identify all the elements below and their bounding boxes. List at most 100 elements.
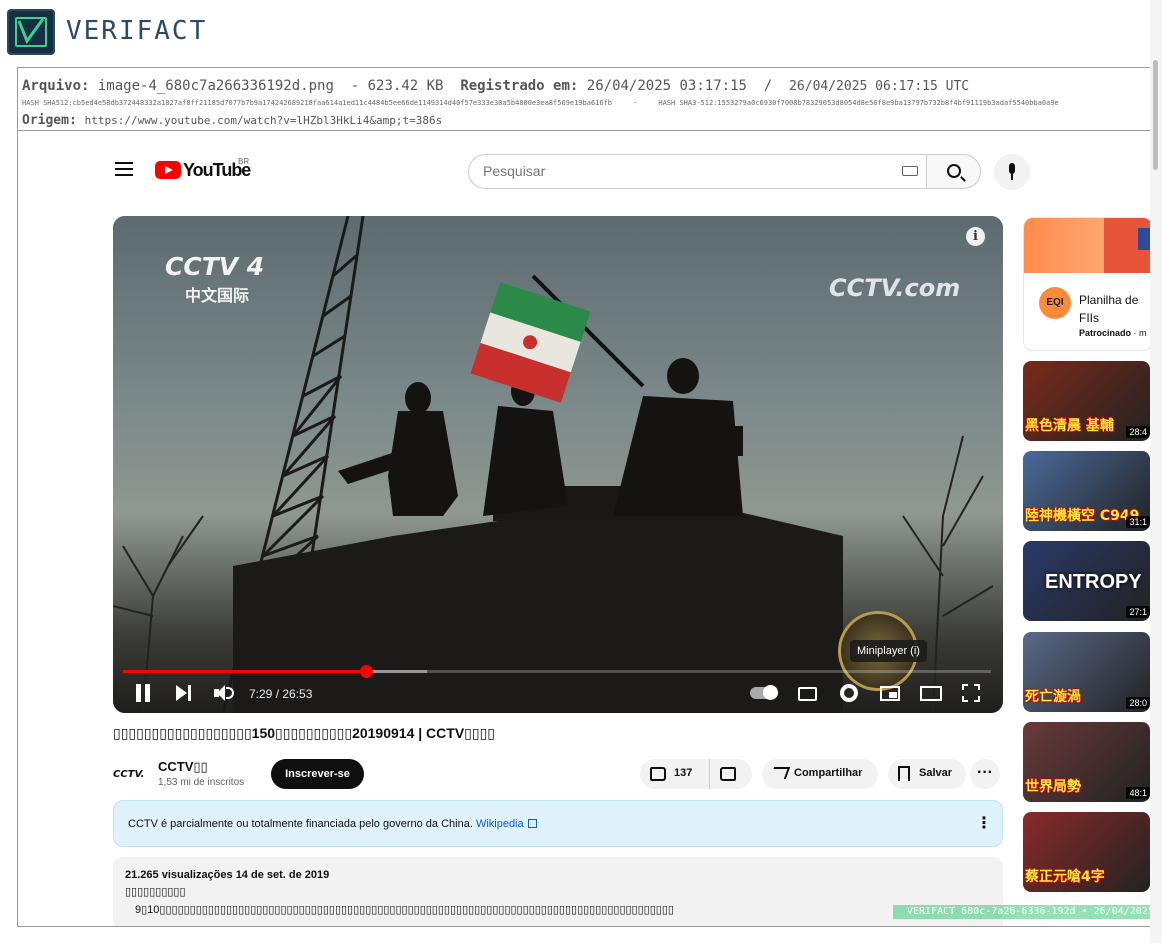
share-button[interactable]: Compartilhar xyxy=(762,759,878,789)
thumbs-down-icon[interactable] xyxy=(720,767,736,781)
like-dislike-group: 137 xyxy=(640,759,752,789)
recommended-video-thumbnail[interactable]: ENTROPY 27:1 xyxy=(1023,541,1150,621)
funding-notice: CCTV é parcialmente ou totalmente financ… xyxy=(113,800,1003,847)
like-button[interactable]: 137 xyxy=(640,759,710,789)
evidence-metadata: Arquivo: image-4_680c7a266336192d.png - … xyxy=(18,68,1162,131)
hash-sha3: HASH SHA3-512:1553279a0c6930f7008b783290… xyxy=(658,99,1059,107)
file-info-row: Arquivo: image-4_680c7a266336192d.png - … xyxy=(22,78,969,94)
video-duration: 28:4 xyxy=(1126,426,1150,438)
save-label: Salvar xyxy=(919,767,953,779)
ad-sponsored-label: Patrocinado · m xyxy=(1079,328,1147,338)
cctv-com-watermark: CCTV.com xyxy=(829,274,961,302)
ad-banner xyxy=(1024,218,1150,273)
sponsored-ad-card[interactable]: EQI Planilha de FIIs Patrocinado · m xyxy=(1023,217,1150,351)
player-controls: 7:29 / 26:53 xyxy=(113,678,1003,713)
recommended-video-thumbnail[interactable]: 蔡正元嗆4字 xyxy=(1023,812,1150,892)
like-count: 137 xyxy=(674,767,693,779)
ad-avatar: EQI xyxy=(1039,287,1071,319)
captions-icon[interactable] xyxy=(798,687,817,701)
wikipedia-link[interactable]: Wikipedia xyxy=(476,818,524,830)
origin-label: Origem: xyxy=(22,113,77,128)
verifact-logo-icon xyxy=(7,9,55,55)
youtube-page: YouTube BR Pesquisar CCTV 4 中文国际 CCTV.co… xyxy=(18,131,1150,926)
shield-icon xyxy=(1138,228,1150,250)
notice-menu-icon[interactable]: ⋮ xyxy=(976,813,992,833)
info-icon[interactable]: i xyxy=(966,227,985,246)
file-label: Arquivo: xyxy=(22,78,90,94)
origin-row: Origem: https://www.youtube.com/watch?v=… xyxy=(22,113,442,128)
share-icon xyxy=(769,767,791,779)
external-link-icon xyxy=(527,819,537,828)
thumbnail-caption: 蔡正元嗆4字 xyxy=(1025,869,1105,885)
fullscreen-icon[interactable] xyxy=(962,684,980,702)
description-box[interactable]: 21.265 visualizações 14 de set. de 2019 … xyxy=(113,857,1003,926)
subscribe-button[interactable]: Inscrever-se xyxy=(271,759,364,789)
video-duration: 48:1 xyxy=(1126,787,1150,799)
hash-row: HASH SHA512:cb5ed4e58db372448332a1827af8… xyxy=(22,99,1059,107)
funding-notice-text: CCTV é parcialmente ou totalmente financ… xyxy=(128,818,537,830)
region-code: BR xyxy=(238,157,250,166)
microphone-icon[interactable] xyxy=(994,154,1030,190)
description-line-2: 9▯10▯▯▯▯▯▯▯▯▯▯▯▯▯▯▯▯▯▯▯▯▯▯▯▯▯▯▯▯▯▯▯▯▯▯▯▯… xyxy=(135,904,674,916)
thumbs-up-icon xyxy=(650,767,666,781)
video-duration: 27:1 xyxy=(1126,606,1150,618)
channel-avatar[interactable]: CCTV. xyxy=(113,760,149,790)
evidence-frame: Arquivo: image-4_680c7a266336192d.png - … xyxy=(17,67,1162,927)
verifact-header: VERIFACT xyxy=(0,0,1162,66)
recommended-video-thumbnail[interactable]: 陸神機橫空 C949 31:1 xyxy=(1023,451,1150,531)
autoplay-toggle-icon[interactable] xyxy=(750,685,778,700)
channel-name[interactable]: CCTV▯▯ xyxy=(158,759,208,775)
share-label: Compartilhar xyxy=(794,767,863,779)
page-scroll-thumb[interactable] xyxy=(1153,60,1158,170)
youtube-topbar: YouTube BR xyxy=(18,131,1150,205)
verifact-watermark: VERIFACT 680c-7a26-6336-192d • 26/04/202… xyxy=(893,905,1162,919)
keyboard-icon[interactable] xyxy=(902,166,918,176)
miniplayer-icon[interactable] xyxy=(880,686,900,701)
registered-separator: / xyxy=(763,78,773,94)
video-player[interactable]: CCTV 4 中文国际 CCTV.com i Miniplayer (i) 7:… xyxy=(113,216,1003,713)
gear-icon[interactable] xyxy=(840,684,858,702)
video-duration: 31:1 xyxy=(1126,516,1150,528)
search-icon xyxy=(947,164,961,178)
ad-title: Planilha de FIIs xyxy=(1079,293,1139,325)
next-icon[interactable] xyxy=(176,685,192,701)
hash-separator: - xyxy=(633,99,638,107)
search-box[interactable] xyxy=(468,154,927,189)
menu-icon[interactable] xyxy=(115,162,133,176)
save-button[interactable]: Salvar xyxy=(888,759,966,789)
registered-label: Registrado em: xyxy=(460,78,579,94)
more-actions-button[interactable]: ··· xyxy=(970,759,1000,789)
timecode: 7:29 / 26:53 xyxy=(249,687,313,701)
thumbnail-caption: ENTROPY xyxy=(1045,571,1142,593)
registered-utc: 26/04/2025 06:17:15 UTC xyxy=(789,79,970,94)
funding-text: CCTV é parcialmente ou totalmente financ… xyxy=(128,818,473,830)
pause-icon[interactable] xyxy=(135,684,151,702)
youtube-play-icon xyxy=(155,161,181,179)
recommended-video-thumbnail[interactable]: 死亡漩渦 28:0 xyxy=(1023,632,1150,712)
page-scrollbar[interactable] xyxy=(1150,0,1162,943)
theater-mode-icon[interactable] xyxy=(920,686,942,701)
bookmark-icon xyxy=(898,766,910,781)
description-line-1: ▯▯▯▯▯▯▯▯▯▯ xyxy=(125,886,186,898)
cctv4-logo: CCTV 4 xyxy=(165,252,265,281)
verifact-brand: VERIFACT xyxy=(66,16,208,46)
scrubber-handle[interactable] xyxy=(360,665,374,678)
hash-sha512: HASH SHA512:cb5ed4e58db372448332a1827af8… xyxy=(22,99,613,107)
cctv4-logo-sub: 中文国际 xyxy=(185,288,250,305)
volume-icon[interactable] xyxy=(214,685,234,701)
search-input[interactable] xyxy=(483,163,883,179)
file-name: image-4_680c7a266336192d.png xyxy=(97,78,334,94)
youtube-logo[interactable]: YouTube xyxy=(155,160,251,180)
origin-url: https://www.youtube.com/watch?v=lHZbl3Hk… xyxy=(84,114,443,127)
video-title: ▯▯▯▯▯▯▯▯▯▯▯▯▯▯▯▯▯▯150▯▯▯▯▯▯▯▯▯▯20190914 … xyxy=(113,725,495,741)
registered-local: 26/04/2025 03:17:15 xyxy=(586,78,747,94)
video-duration: 28:0 xyxy=(1126,697,1150,709)
sponsored-rest: · m xyxy=(1133,328,1147,338)
miniplayer-tooltip: Miniplayer (i) xyxy=(850,640,927,662)
progress-bar[interactable] xyxy=(123,665,991,678)
recommended-video-thumbnail[interactable]: 世界局勢 48:1 xyxy=(1023,722,1150,802)
channel-row: CCTV. CCTV▯▯ 1,53 mi de inscritos Inscre… xyxy=(113,757,1003,791)
file-size: - 623.42 KB xyxy=(350,78,444,94)
recommended-video-thumbnail[interactable]: 黑色清晨 基輔 28:4 xyxy=(1023,361,1150,441)
search-button[interactable] xyxy=(926,154,981,189)
